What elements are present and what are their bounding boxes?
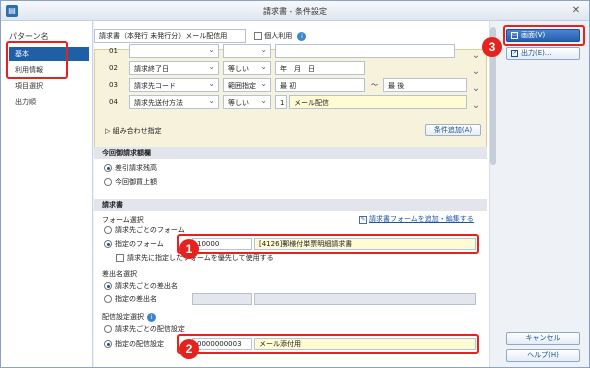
radio-icon xyxy=(104,295,112,303)
dialog-window: ▤ 請求書 - 条件設定 ✕ パターン名 基本 利用情報 項目選択 出力順 請求… xyxy=(0,0,590,368)
item-select[interactable]: 請求終了日 xyxy=(129,60,219,75)
sender-name-field xyxy=(254,293,476,305)
condition-row: 02 請求終了日 等しい 年 月 日 xyxy=(105,60,465,77)
edit-form-link[interactable]: ✎ 請求書フォームを追加・編集する xyxy=(359,214,474,224)
radio-icon xyxy=(104,226,112,234)
edit-form-link-label: 請求書フォームを追加・編集する xyxy=(369,215,474,223)
output-button-label: 出力(E)... xyxy=(521,49,552,57)
operator-select[interactable]: 等しい xyxy=(223,60,271,75)
billing-option-balance[interactable]: 差引請求残高 xyxy=(104,163,157,173)
range-to-input[interactable]: 最 後 xyxy=(383,78,467,92)
sender-option-specified[interactable]: 指定の差出名 xyxy=(104,294,157,304)
operator-select[interactable]: 範囲指定 xyxy=(223,77,271,92)
condition-row: 03 請求先コード 範囲指定 最 初 〜 最 後 xyxy=(105,77,467,94)
delivery-option-label: 請求先ごとの配信設定 xyxy=(115,325,185,333)
billing-amount-header: 今回御請求額欄 xyxy=(94,147,487,159)
operator-select[interactable]: 等しい xyxy=(223,94,271,109)
billing-option-label: 今回御買上額 xyxy=(115,178,157,186)
chevron-down-icon[interactable]: ⌄ xyxy=(470,66,482,78)
highlight-frame-screen xyxy=(503,25,585,46)
form-option-each[interactable]: 請求先ごとのフォーム xyxy=(104,225,185,235)
nav-item-order[interactable]: 出力順 xyxy=(9,95,89,109)
delivery-option-each[interactable]: 請求先ごとの配信設定 xyxy=(104,324,185,334)
row-number: 01 xyxy=(109,47,118,55)
nav-item-columns[interactable]: 項目選択 xyxy=(9,79,89,93)
personal-use-label: 個人利用 xyxy=(264,32,293,40)
close-icon[interactable]: ✕ xyxy=(569,4,583,18)
edit-icon: ✎ xyxy=(359,216,367,224)
output-icon: ↗ xyxy=(511,50,518,57)
radio-icon xyxy=(104,282,112,290)
operator-select[interactable] xyxy=(223,43,271,58)
callout-badge-2: 2 xyxy=(179,339,199,359)
chevron-down-icon[interactable]: ⌄ xyxy=(470,100,482,112)
form-priority-checkbox[interactable] xyxy=(116,254,124,262)
form-select-label: フォーム選択 xyxy=(102,216,144,224)
value-code-input[interactable]: 1 xyxy=(275,95,287,109)
left-panel: パターン名 基本 利用情報 項目選択 出力順 xyxy=(1,21,93,367)
personal-use-checkbox[interactable] xyxy=(254,32,262,40)
sender-option-each[interactable]: 請求先ごとの差出名 xyxy=(104,281,178,291)
delivery-label-text: 配信設定選択 xyxy=(102,313,144,321)
item-select[interactable]: 請求先コード xyxy=(129,77,219,92)
value-input[interactable] xyxy=(275,44,455,58)
range-separator: 〜 xyxy=(371,81,378,89)
row-number: 03 xyxy=(109,81,118,89)
form-option-label: 請求先ごとのフォーム xyxy=(115,226,185,234)
chevron-down-icon[interactable]: ⌄ xyxy=(470,50,482,62)
highlight-frame-form xyxy=(177,234,479,254)
sender-option-label: 指定の差出名 xyxy=(115,295,157,303)
info-icon[interactable]: i xyxy=(147,312,156,322)
pattern-name-input[interactable]: 請求書（本発行 未発行分）メール配信用 xyxy=(94,29,246,43)
form-priority-label: 請求先に指定したフォームを優先して使用する xyxy=(127,254,274,262)
highlight-frame-nav xyxy=(6,41,68,79)
form-option-label: 指定のフォーム xyxy=(115,240,164,248)
sender-select-label: 差出名選択 xyxy=(102,270,137,278)
highlight-frame-delivery xyxy=(177,334,479,354)
delivery-option-specified[interactable]: 指定の配信設定 xyxy=(104,339,164,349)
date-input[interactable]: 年 月 日 xyxy=(275,61,365,75)
radio-icon xyxy=(104,164,112,172)
radio-icon xyxy=(104,340,112,348)
item-select[interactable] xyxy=(129,43,219,58)
invoice-header: 請求書 xyxy=(94,199,487,211)
delivery-option-label: 指定の配信設定 xyxy=(115,340,164,348)
condition-row: 01 xyxy=(105,43,465,60)
window-title: 請求書 - 条件設定 xyxy=(263,7,327,16)
callout-badge-3: 3 xyxy=(482,37,502,57)
billing-option-purchase[interactable]: 今回御買上額 xyxy=(104,177,157,187)
sender-option-label: 請求先ごとの差出名 xyxy=(115,282,178,290)
row-number: 02 xyxy=(109,64,118,72)
main-panel: 請求書（本発行 未発行分）メール配信用 個人利用 i 01 ⌄ 02 請求終了日… xyxy=(94,21,489,367)
condition-area: 01 ⌄ 02 請求終了日 等しい 年 月 日 ⌄ 03 請求先コード 範囲指定… xyxy=(94,43,487,151)
sender-code-input xyxy=(192,293,252,305)
row-number: 04 xyxy=(109,98,118,106)
callout-badge-1: 1 xyxy=(179,239,199,259)
title-bar: ▤ 請求書 - 条件設定 ✕ xyxy=(1,1,589,21)
cancel-button[interactable]: キャンセル xyxy=(506,332,580,345)
range-from-input[interactable]: 最 初 xyxy=(275,78,365,92)
info-icon[interactable]: i xyxy=(297,31,307,41)
right-panel: ▭ 画面(V) ↗ 出力(E)... キャンセル ヘルプ(H) xyxy=(498,21,589,367)
radio-icon xyxy=(104,178,112,186)
personal-use-row: 個人利用 i xyxy=(254,30,307,42)
condition-row: 04 請求先送付方法 等しい 1 メール配信 xyxy=(105,94,467,111)
item-select[interactable]: 請求先送付方法 xyxy=(129,94,219,109)
help-button[interactable]: ヘルプ(H) xyxy=(506,349,580,362)
radio-icon xyxy=(104,325,112,333)
radio-icon xyxy=(104,240,112,248)
billing-option-label: 差引請求残高 xyxy=(115,164,157,172)
add-condition-button[interactable]: 条件追加(A) xyxy=(425,124,481,136)
value-name-field: メール配信 xyxy=(289,95,467,109)
delivery-select-label: 配信設定選択 i xyxy=(102,312,156,322)
combination-toggle[interactable]: ▷ 組み合わせ指定 xyxy=(105,126,162,136)
output-button[interactable]: ↗ 出力(E)... xyxy=(506,47,580,60)
form-option-specified[interactable]: 指定のフォーム xyxy=(104,239,164,249)
chevron-down-icon[interactable]: ⌄ xyxy=(470,83,482,95)
